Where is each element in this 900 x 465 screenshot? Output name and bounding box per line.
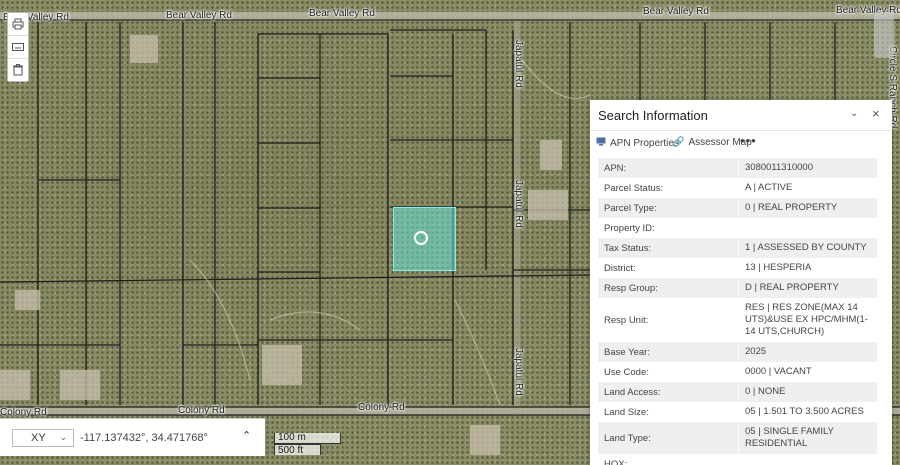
table-row: Land Access: 0 | NONE bbox=[598, 382, 878, 402]
field-value: 13 | HESPERIA bbox=[738, 258, 878, 278]
map-toolbar bbox=[7, 12, 29, 82]
table-row: Tax Status: 1 | ASSESSED BY COUNTY bbox=[598, 238, 878, 258]
field-label: Land Type: bbox=[598, 422, 739, 454]
coordinate-format-select[interactable]: XY ⌄ bbox=[12, 429, 74, 447]
road-label-bear-valley: Bear Valley Rd bbox=[643, 6, 709, 17]
field-label: Parcel Type: bbox=[598, 198, 739, 218]
table-row: APN: 3080011310000 bbox=[598, 158, 878, 178]
coordinate-readout: -117.137432°, 34.471768° bbox=[80, 432, 208, 444]
field-label: District: bbox=[598, 258, 739, 278]
field-value: RES | RES ZONE(MAX 14 UTS)&USE EX HPC/MH… bbox=[738, 298, 878, 342]
table-row: Parcel Status: A | ACTIVE bbox=[598, 178, 878, 198]
field-value: A | ACTIVE bbox=[738, 178, 878, 198]
field-value: 0000 | VACANT bbox=[738, 362, 878, 382]
road-label-japatul: Japatul Rd bbox=[513, 40, 524, 88]
trash-icon[interactable] bbox=[8, 59, 28, 81]
field-label: Land Size: bbox=[598, 402, 739, 422]
monitor-icon bbox=[596, 137, 606, 149]
table-row: Resp Unit: RES | RES ZONE(MAX 14 UTS)&USE… bbox=[598, 298, 878, 342]
field-label: Land Access: bbox=[598, 382, 739, 402]
field-label: Use Code: bbox=[598, 362, 739, 382]
panel-header: Search Information ⌄ × bbox=[590, 100, 892, 131]
field-label: Tax Status: bbox=[598, 238, 739, 258]
scale-bar: 100 m 500 ft bbox=[274, 433, 341, 456]
coordinate-format-label: XY bbox=[31, 432, 46, 444]
road-label-bear-valley: Bear Valley Rd bbox=[166, 10, 232, 21]
panel-title: Search Information bbox=[598, 108, 708, 123]
field-value: 0 | NONE bbox=[738, 382, 878, 402]
field-value: 0 | REAL PROPERTY bbox=[738, 198, 878, 218]
table-row: Land Type: 05 | SINGLE FAMILY RESIDENTIAL bbox=[598, 422, 878, 454]
link-icon: 🔗 bbox=[672, 137, 685, 148]
field-label: APN: bbox=[598, 158, 739, 178]
field-label: Resp Unit: bbox=[598, 298, 739, 342]
apn-properties-button[interactable]: APN Properties bbox=[596, 137, 679, 149]
road-label-japatul: Japatul Rd bbox=[513, 180, 524, 228]
more-options-button[interactable]: ••• bbox=[740, 133, 757, 148]
field-value: 1 | ASSESSED BY COUNTY bbox=[738, 238, 878, 258]
table-row: Property ID: bbox=[598, 218, 878, 238]
chevron-down-icon: ⌄ bbox=[59, 432, 67, 442]
field-value bbox=[738, 218, 878, 238]
location-marker-icon bbox=[414, 231, 428, 245]
print-icon[interactable] bbox=[8, 13, 28, 36]
field-label: Property ID: bbox=[598, 218, 739, 238]
close-icon[interactable]: × bbox=[872, 106, 880, 121]
field-value: D | REAL PROPERTY bbox=[738, 278, 878, 298]
scale-metric: 100 m bbox=[274, 433, 341, 444]
apn-properties-label: APN Properties bbox=[610, 137, 679, 149]
field-label: Base Year: bbox=[598, 342, 739, 362]
table-row: Parcel Type: 0 | REAL PROPERTY bbox=[598, 198, 878, 218]
road-label-colony: Colony Rd bbox=[358, 402, 405, 413]
collapse-chevron-icon[interactable]: ⌄ bbox=[850, 108, 858, 119]
map-corner-control[interactable] bbox=[874, 12, 894, 58]
chevron-up-icon[interactable]: ⌃ bbox=[242, 429, 251, 442]
field-label: HOX: bbox=[598, 454, 739, 465]
field-label: Parcel Status: bbox=[598, 178, 739, 198]
table-row: Base Year: 2025 bbox=[598, 342, 878, 362]
road-label-colony: Colony Rd bbox=[0, 407, 47, 418]
field-value: 05 | 1.501 TO 3.500 ACRES bbox=[738, 402, 878, 422]
table-row: HOX: bbox=[598, 454, 878, 465]
keyboard-icon[interactable] bbox=[8, 36, 28, 59]
search-information-panel: Search Information ⌄ × APN Properties 🔗 … bbox=[590, 100, 892, 465]
coordinate-bar: XY ⌄ -117.137432°, 34.471768° ⌃ bbox=[0, 418, 265, 456]
field-value: 05 | SINGLE FAMILY RESIDENTIAL bbox=[738, 422, 878, 454]
panel-actions: APN Properties 🔗 Assessor Map ••• bbox=[590, 131, 892, 155]
table-row: District: 13 | HESPERIA bbox=[598, 258, 878, 278]
road-label-bear-valley: Bear Valley Rd bbox=[309, 8, 375, 19]
field-label: Resp Group: bbox=[598, 278, 739, 298]
table-row: Land Size: 05 | 1.501 TO 3.500 ACRES bbox=[598, 402, 878, 422]
road-label-colony: Colony Rd bbox=[178, 405, 225, 416]
field-value: 3080011310000 bbox=[738, 158, 878, 178]
field-value bbox=[738, 454, 878, 465]
field-value: 2025 bbox=[738, 342, 878, 362]
scale-imperial: 500 ft bbox=[274, 444, 321, 456]
table-row: Resp Group: D | REAL PROPERTY bbox=[598, 278, 878, 298]
parcel-info-table: APN: 3080011310000 Parcel Status: A | ACTIV… bbox=[598, 158, 878, 465]
road-label-japatul: Japatul Rd bbox=[513, 348, 524, 396]
table-row: Use Code: 0000 | VACANT bbox=[598, 362, 878, 382]
